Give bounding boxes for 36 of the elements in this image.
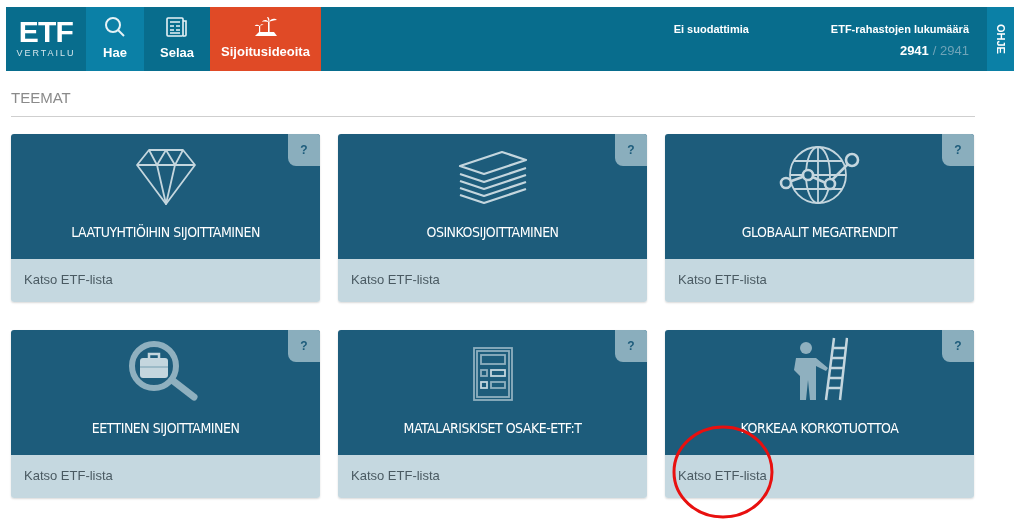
section-title: TEEMAT <box>11 87 975 117</box>
calculator-icon <box>471 345 514 402</box>
search-icon <box>104 15 126 38</box>
globe-network-icon <box>777 143 862 206</box>
fund-count-shown: 2941 <box>899 41 929 60</box>
palm-island-icon <box>252 16 279 37</box>
nav-tab[interactable]: Hae <box>86 7 144 71</box>
logo-title: ETF <box>18 17 74 48</box>
etf-list-link[interactable]: Katso ETF-lista <box>24 270 113 290</box>
help-badge[interactable]: ? <box>615 133 647 166</box>
theme-title: LAATUYHTIÖIHIN SIJOITTAMINEN <box>71 222 260 242</box>
figure-with-ladder-icon <box>791 335 848 402</box>
theme-title: EETTINEN SIJOITTAMINEN <box>91 418 240 438</box>
help-badge[interactable]: ? <box>288 133 320 166</box>
theme-title: GLOBAALIT MEGATRENDIT <box>741 222 898 242</box>
etf-list-link[interactable]: Katso ETF-lista <box>351 270 440 290</box>
help-tab[interactable]: OHJE <box>987 7 1014 71</box>
logo-subtitle: VERTAILU <box>16 47 76 61</box>
filter-status: Ei suodattimia <box>673 22 749 35</box>
diamond-icon <box>134 147 197 206</box>
etf-list-link[interactable]: Katso ETF-lista <box>678 466 767 486</box>
theme-title: OSINKOSIJOITTAMINEN <box>426 222 559 242</box>
theme-title: KORKEAA KORKOTUOTTOA <box>740 418 899 438</box>
newspaper-icon <box>165 15 189 38</box>
fund-count-label: ETF-rahastojen lukumäärä <box>830 22 969 37</box>
etf-list-link[interactable]: Katso ETF-lista <box>351 466 440 486</box>
help-badge[interactable]: ? <box>615 329 647 362</box>
etf-list-link[interactable]: Katso ETF-lista <box>678 270 767 290</box>
help-badge[interactable]: ? <box>942 133 974 166</box>
theme-title: MATALARISKISET OSAKE-ETF:T <box>403 418 582 438</box>
help-badge[interactable]: ? <box>942 329 974 362</box>
etf-list-link[interactable]: Katso ETF-lista <box>24 466 113 486</box>
logo[interactable]: ETF VERTAILU <box>6 7 86 71</box>
nav-tab[interactable]: Sijoitusideoita <box>210 7 321 71</box>
help-badge[interactable]: ? <box>288 329 320 362</box>
fund-count-total: / 2941 <box>932 41 969 60</box>
